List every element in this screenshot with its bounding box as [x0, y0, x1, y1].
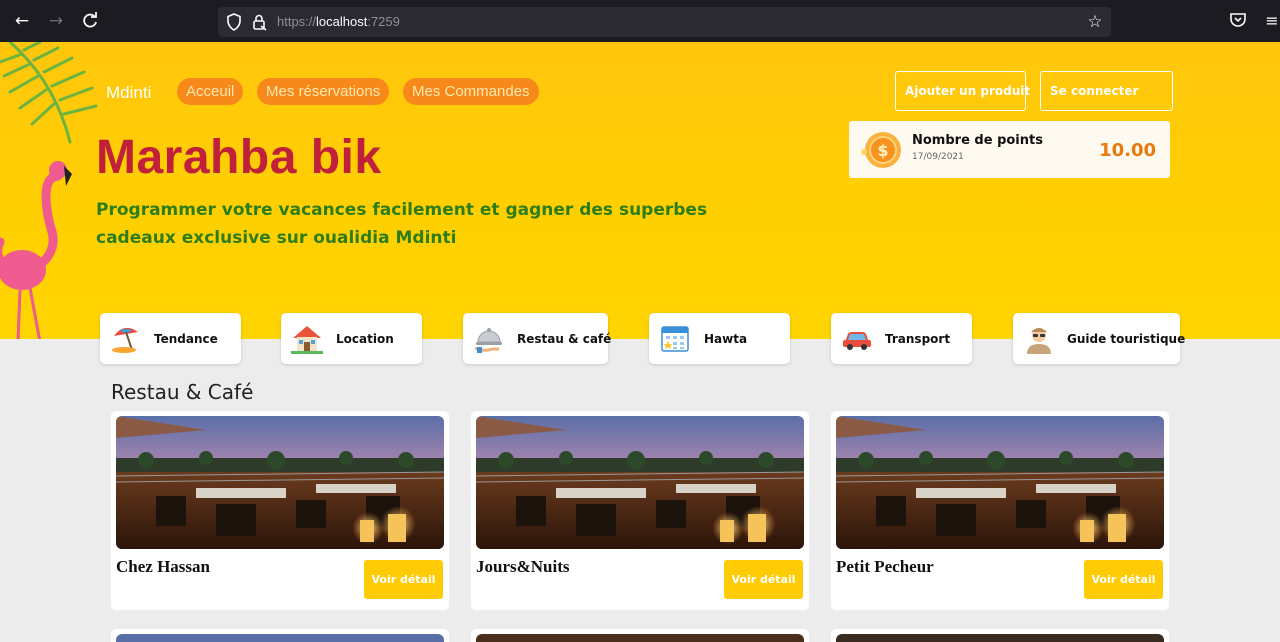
category-restau-cafe[interactable]: Restau & café: [463, 313, 612, 364]
section-title: Restau & Café: [111, 380, 254, 404]
restaurant-card[interactable]: Jours&Nuits Voir détail: [471, 411, 809, 610]
category-hawta[interactable]: Hawta: [649, 313, 790, 364]
restaurant-name: Chez Hassan: [116, 557, 210, 576]
category-label: Hawta: [704, 332, 748, 346]
beach-umbrella-icon: [112, 327, 138, 353]
restaurant-card[interactable]: [111, 629, 449, 642]
restaurant-card[interactable]: [471, 629, 809, 642]
category-label: Transport: [885, 332, 951, 346]
category-label: Restau & café: [517, 332, 612, 346]
restaurant-photo[interactable]: [116, 634, 444, 642]
back-icon[interactable]: ←: [12, 11, 32, 31]
restaurant-photo[interactable]: [836, 416, 1164, 549]
category-transport[interactable]: Transport: [831, 313, 972, 364]
star-icon[interactable]: ☆: [1085, 12, 1105, 32]
restaurant-photo[interactable]: [476, 634, 804, 642]
view-detail-button[interactable]: Voir détail: [724, 560, 803, 599]
category-label: Location: [336, 332, 394, 346]
restaurant-name: Petit Pecheur: [836, 557, 934, 576]
nav-mes-reservations[interactable]: Mes réservations: [257, 78, 390, 105]
cloche-icon: [474, 328, 502, 353]
hero-subtitle: Programmer votre vacances facilement et …: [96, 200, 708, 248]
lock-icon[interactable]: [251, 13, 267, 31]
reload-icon[interactable]: [80, 11, 100, 31]
url-port: :7259: [367, 14, 400, 29]
restaurant-card[interactable]: Petit Pecheur Voir détail: [831, 411, 1169, 610]
shield-icon[interactable]: [226, 13, 242, 31]
url-scheme: https://: [277, 14, 317, 29]
nav-mes-commandes[interactable]: Mes Commandes: [403, 78, 539, 105]
coin-icon: $: [861, 132, 901, 168]
restaurant-photo[interactable]: [116, 416, 444, 549]
calendar-icon: [661, 326, 689, 352]
hero-title: Marahba bik: [96, 131, 382, 184]
address-bar[interactable]: https://localhost:7259 ☆: [218, 7, 1111, 37]
forward-icon[interactable]: →: [46, 11, 66, 31]
browser-toolbar: ← → https://localhost:7259 ☆ ≡: [0, 0, 1280, 42]
brand-logo[interactable]: Mdinti: [106, 83, 151, 103]
flamingo-icon: [0, 161, 72, 339]
category-guide-touristique[interactable]: Guide touristique: [1013, 313, 1185, 364]
url-text: https://localhost:7259: [277, 14, 400, 29]
login-button[interactable]: Se connecter: [1040, 71, 1173, 111]
restaurant-card[interactable]: Chez Hassan Voir détail: [111, 411, 449, 610]
menu-icon[interactable]: ≡: [1262, 11, 1280, 31]
house-icon: [291, 326, 323, 354]
points-card: $ Nombre de points 17/09/2021 10.00: [849, 121, 1170, 178]
points-date: 17/09/2021: [912, 152, 964, 162]
view-detail-button[interactable]: Voir détail: [1084, 560, 1163, 599]
hero-banner: Mdinti Acceuil Mes réservations Mes Comm…: [0, 42, 1280, 339]
restaurant-name: Jours&Nuits: [476, 557, 570, 576]
category-location[interactable]: Location: [281, 313, 422, 364]
url-host: localhost: [316, 14, 368, 29]
car-icon: [843, 332, 871, 350]
add-product-button[interactable]: Ajouter un produit: [895, 71, 1030, 111]
guide-icon: [1027, 328, 1051, 354]
pocket-icon[interactable]: [1228, 11, 1248, 31]
category-label: Tendance: [154, 332, 218, 346]
nav-acceuil[interactable]: Acceuil: [177, 78, 244, 105]
category-label: Guide touristique: [1067, 332, 1186, 346]
restaurant-photo[interactable]: [476, 416, 804, 549]
svg-text:$: $: [877, 141, 888, 160]
palm-leaf-icon: [0, 42, 98, 144]
restaurant-photo[interactable]: [836, 634, 1164, 642]
restaurant-card[interactable]: [831, 629, 1169, 642]
category-tendance[interactable]: Tendance: [100, 313, 241, 364]
points-label: Nombre de points: [912, 133, 1043, 148]
points-value: 10.00: [1099, 140, 1156, 161]
view-detail-button[interactable]: Voir détail: [364, 560, 443, 599]
